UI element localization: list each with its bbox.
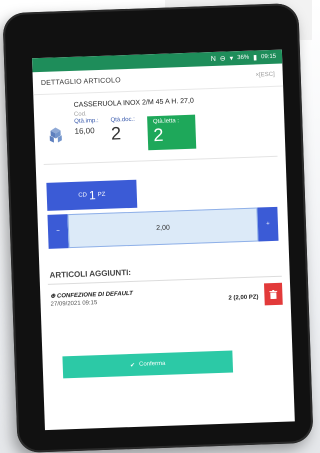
qty-imp-value: 16,00 (74, 126, 95, 136)
clock: 09:15 (260, 53, 277, 61)
battery-percent: 36% (237, 54, 250, 62)
qty-doc-value: 2 (110, 123, 122, 144)
tablet-device: N ⊖ ▾ 36% ▮ 09:15 DETTAGLIO ARTICOLO ×[E… (2, 2, 314, 453)
trash-icon (269, 289, 278, 299)
unit-button[interactable]: CD 1 PZ (46, 179, 138, 211)
confirm-label: Conferma (138, 360, 166, 368)
article-info: CASSERUOLA INOX 2/M 45 A H. 27,0 Cod. Qt… (74, 95, 278, 153)
wifi-icon: ▾ (229, 55, 234, 63)
quantities-row: Qtà.imp.: 16,00 Qtà.doc.: 2 Qtà.letta : … (74, 112, 277, 153)
qty-letta-box: Qtà.letta : 2 (146, 114, 196, 151)
battery-icon: ▮ (253, 54, 258, 62)
decrement-button[interactable]: − (47, 214, 69, 249)
unit-prefix: CD (78, 192, 88, 199)
boxes-icon-svg (49, 127, 62, 143)
quantity-input[interactable]: 2,00 (67, 207, 259, 249)
added-item-main: ⊕ CONFEZIONE DI DEFAULT 27/09/2021 09:15… (50, 285, 264, 308)
quantity-stepper: − 2,00 + (47, 206, 279, 249)
tablet-screen: N ⊖ ▾ 36% ▮ 09:15 DETTAGLIO ARTICOLO ×[E… (32, 49, 295, 431)
qty-letta-value: 2 (153, 124, 164, 146)
added-item-date: 27/09/2021 09:15 (50, 300, 98, 308)
boxes-icon (42, 122, 69, 149)
plus-icon: + (266, 221, 270, 228)
minus-circle-icon: ⊖ (219, 55, 226, 63)
qty-imp-label: Qtà.imp.: (74, 118, 99, 125)
close-button[interactable]: ×[ESC] (255, 72, 274, 79)
page-title: DETTAGLIO ARTICOLO (40, 76, 121, 87)
check-icon: ✔ (129, 362, 136, 369)
unit-number: 1 (88, 188, 96, 203)
minus-icon: − (56, 228, 60, 235)
increment-button[interactable]: + (257, 206, 279, 242)
nfc-icon: N (210, 55, 216, 63)
qty-imp: Qtà.imp.: 16,00 (74, 118, 99, 136)
unit-suffix: PZ (97, 191, 106, 199)
delete-button[interactable] (263, 282, 283, 306)
qty-doc: Qtà.doc.: 2 (110, 117, 135, 144)
article-card: CASSERUOLA INOX 2/M 45 A H. 27,0 Cod. Qt… (33, 87, 285, 163)
list-item: ⊕ CONFEZIONE DI DEFAULT 27/09/2021 09:15… (50, 282, 283, 313)
added-item-qty: 2 (2,00 PZ) (228, 294, 259, 302)
confirm-button[interactable]: ✔ Conferma (62, 350, 234, 379)
